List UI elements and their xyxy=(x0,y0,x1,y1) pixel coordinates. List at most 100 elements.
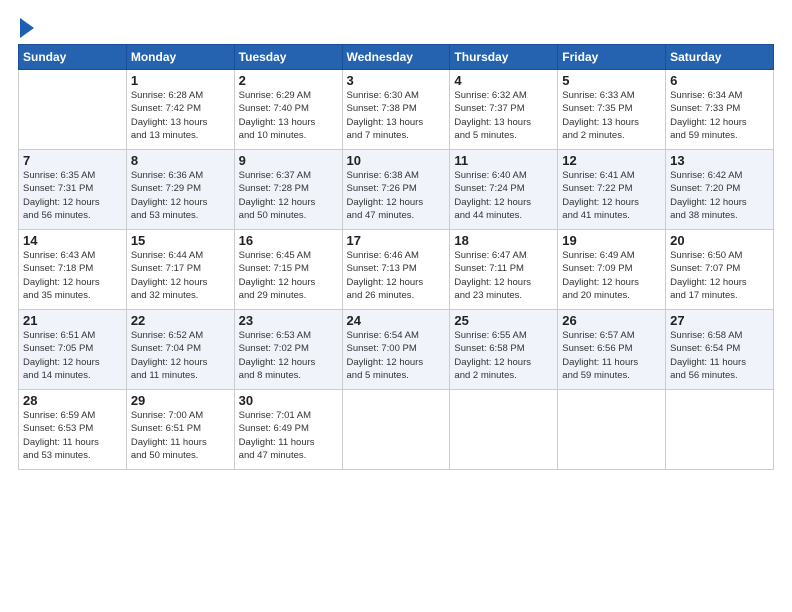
calendar-cell: 9Sunrise: 6:37 AMSunset: 7:28 PMDaylight… xyxy=(234,150,342,230)
calendar-cell: 18Sunrise: 6:47 AMSunset: 7:11 PMDayligh… xyxy=(450,230,558,310)
calendar-cell: 2Sunrise: 6:29 AMSunset: 7:40 PMDaylight… xyxy=(234,70,342,150)
day-info: Sunrise: 6:35 AMSunset: 7:31 PMDaylight:… xyxy=(23,169,122,222)
day-info: Sunrise: 6:34 AMSunset: 7:33 PMDaylight:… xyxy=(670,89,769,142)
day-number: 18 xyxy=(454,233,553,248)
calendar-cell: 13Sunrise: 6:42 AMSunset: 7:20 PMDayligh… xyxy=(666,150,774,230)
day-info: Sunrise: 6:47 AMSunset: 7:11 PMDaylight:… xyxy=(454,249,553,302)
day-info: Sunrise: 6:30 AMSunset: 7:38 PMDaylight:… xyxy=(347,89,446,142)
calendar-cell: 19Sunrise: 6:49 AMSunset: 7:09 PMDayligh… xyxy=(558,230,666,310)
day-number: 25 xyxy=(454,313,553,328)
day-info: Sunrise: 6:42 AMSunset: 7:20 PMDaylight:… xyxy=(670,169,769,222)
day-info: Sunrise: 6:40 AMSunset: 7:24 PMDaylight:… xyxy=(454,169,553,222)
weekday-header-friday: Friday xyxy=(558,45,666,70)
weekday-header-thursday: Thursday xyxy=(450,45,558,70)
calendar-cell: 8Sunrise: 6:36 AMSunset: 7:29 PMDaylight… xyxy=(126,150,234,230)
calendar-table: SundayMondayTuesdayWednesdayThursdayFrid… xyxy=(18,44,774,470)
day-info: Sunrise: 6:57 AMSunset: 6:56 PMDaylight:… xyxy=(562,329,661,382)
day-number: 22 xyxy=(131,313,230,328)
day-number: 19 xyxy=(562,233,661,248)
calendar-cell: 21Sunrise: 6:51 AMSunset: 7:05 PMDayligh… xyxy=(19,310,127,390)
calendar-week-row: 7Sunrise: 6:35 AMSunset: 7:31 PMDaylight… xyxy=(19,150,774,230)
calendar-cell: 23Sunrise: 6:53 AMSunset: 7:02 PMDayligh… xyxy=(234,310,342,390)
day-number: 12 xyxy=(562,153,661,168)
calendar-cell xyxy=(342,390,450,470)
weekday-header-sunday: Sunday xyxy=(19,45,127,70)
day-number: 29 xyxy=(131,393,230,408)
day-info: Sunrise: 6:37 AMSunset: 7:28 PMDaylight:… xyxy=(239,169,338,222)
day-info: Sunrise: 7:01 AMSunset: 6:49 PMDaylight:… xyxy=(239,409,338,462)
day-info: Sunrise: 6:38 AMSunset: 7:26 PMDaylight:… xyxy=(347,169,446,222)
calendar-week-row: 21Sunrise: 6:51 AMSunset: 7:05 PMDayligh… xyxy=(19,310,774,390)
day-number: 5 xyxy=(562,73,661,88)
day-info: Sunrise: 6:46 AMSunset: 7:13 PMDaylight:… xyxy=(347,249,446,302)
calendar-cell: 3Sunrise: 6:30 AMSunset: 7:38 PMDaylight… xyxy=(342,70,450,150)
calendar-cell: 22Sunrise: 6:52 AMSunset: 7:04 PMDayligh… xyxy=(126,310,234,390)
calendar-cell: 26Sunrise: 6:57 AMSunset: 6:56 PMDayligh… xyxy=(558,310,666,390)
logo-top xyxy=(18,18,34,38)
day-number: 9 xyxy=(239,153,338,168)
calendar-cell: 15Sunrise: 6:44 AMSunset: 7:17 PMDayligh… xyxy=(126,230,234,310)
day-info: Sunrise: 6:43 AMSunset: 7:18 PMDaylight:… xyxy=(23,249,122,302)
calendar-cell xyxy=(666,390,774,470)
logo xyxy=(18,18,34,34)
weekday-header-wednesday: Wednesday xyxy=(342,45,450,70)
day-info: Sunrise: 6:29 AMSunset: 7:40 PMDaylight:… xyxy=(239,89,338,142)
day-number: 26 xyxy=(562,313,661,328)
calendar-cell: 16Sunrise: 6:45 AMSunset: 7:15 PMDayligh… xyxy=(234,230,342,310)
day-number: 13 xyxy=(670,153,769,168)
day-info: Sunrise: 6:44 AMSunset: 7:17 PMDaylight:… xyxy=(131,249,230,302)
day-number: 24 xyxy=(347,313,446,328)
calendar-cell xyxy=(19,70,127,150)
day-number: 2 xyxy=(239,73,338,88)
day-info: Sunrise: 6:33 AMSunset: 7:35 PMDaylight:… xyxy=(562,89,661,142)
calendar-cell: 1Sunrise: 6:28 AMSunset: 7:42 PMDaylight… xyxy=(126,70,234,150)
day-info: Sunrise: 6:51 AMSunset: 7:05 PMDaylight:… xyxy=(23,329,122,382)
day-info: Sunrise: 6:45 AMSunset: 7:15 PMDaylight:… xyxy=(239,249,338,302)
calendar-cell: 30Sunrise: 7:01 AMSunset: 6:49 PMDayligh… xyxy=(234,390,342,470)
day-number: 8 xyxy=(131,153,230,168)
day-info: Sunrise: 6:32 AMSunset: 7:37 PMDaylight:… xyxy=(454,89,553,142)
day-info: Sunrise: 6:55 AMSunset: 6:58 PMDaylight:… xyxy=(454,329,553,382)
day-number: 11 xyxy=(454,153,553,168)
day-info: Sunrise: 7:00 AMSunset: 6:51 PMDaylight:… xyxy=(131,409,230,462)
page: SundayMondayTuesdayWednesdayThursdayFrid… xyxy=(0,0,792,612)
day-number: 1 xyxy=(131,73,230,88)
day-info: Sunrise: 6:53 AMSunset: 7:02 PMDaylight:… xyxy=(239,329,338,382)
calendar-cell: 28Sunrise: 6:59 AMSunset: 6:53 PMDayligh… xyxy=(19,390,127,470)
day-info: Sunrise: 6:58 AMSunset: 6:54 PMDaylight:… xyxy=(670,329,769,382)
day-info: Sunrise: 6:59 AMSunset: 6:53 PMDaylight:… xyxy=(23,409,122,462)
weekday-header-row: SundayMondayTuesdayWednesdayThursdayFrid… xyxy=(19,45,774,70)
weekday-header-monday: Monday xyxy=(126,45,234,70)
calendar-cell: 4Sunrise: 6:32 AMSunset: 7:37 PMDaylight… xyxy=(450,70,558,150)
calendar-cell: 12Sunrise: 6:41 AMSunset: 7:22 PMDayligh… xyxy=(558,150,666,230)
day-info: Sunrise: 6:49 AMSunset: 7:09 PMDaylight:… xyxy=(562,249,661,302)
day-number: 15 xyxy=(131,233,230,248)
calendar-cell: 5Sunrise: 6:33 AMSunset: 7:35 PMDaylight… xyxy=(558,70,666,150)
day-info: Sunrise: 6:28 AMSunset: 7:42 PMDaylight:… xyxy=(131,89,230,142)
header xyxy=(18,18,774,34)
calendar-cell: 6Sunrise: 6:34 AMSunset: 7:33 PMDaylight… xyxy=(666,70,774,150)
day-number: 10 xyxy=(347,153,446,168)
day-number: 4 xyxy=(454,73,553,88)
logo-arrow-icon xyxy=(20,18,34,38)
day-info: Sunrise: 6:52 AMSunset: 7:04 PMDaylight:… xyxy=(131,329,230,382)
calendar-cell: 17Sunrise: 6:46 AMSunset: 7:13 PMDayligh… xyxy=(342,230,450,310)
day-number: 6 xyxy=(670,73,769,88)
day-info: Sunrise: 6:54 AMSunset: 7:00 PMDaylight:… xyxy=(347,329,446,382)
calendar-cell xyxy=(558,390,666,470)
calendar-cell: 10Sunrise: 6:38 AMSunset: 7:26 PMDayligh… xyxy=(342,150,450,230)
calendar-cell: 20Sunrise: 6:50 AMSunset: 7:07 PMDayligh… xyxy=(666,230,774,310)
day-number: 21 xyxy=(23,313,122,328)
day-number: 7 xyxy=(23,153,122,168)
weekday-header-saturday: Saturday xyxy=(666,45,774,70)
day-number: 28 xyxy=(23,393,122,408)
calendar-cell: 25Sunrise: 6:55 AMSunset: 6:58 PMDayligh… xyxy=(450,310,558,390)
day-number: 23 xyxy=(239,313,338,328)
calendar-cell: 24Sunrise: 6:54 AMSunset: 7:00 PMDayligh… xyxy=(342,310,450,390)
day-number: 16 xyxy=(239,233,338,248)
calendar-cell: 7Sunrise: 6:35 AMSunset: 7:31 PMDaylight… xyxy=(19,150,127,230)
day-number: 14 xyxy=(23,233,122,248)
day-number: 27 xyxy=(670,313,769,328)
calendar-cell: 27Sunrise: 6:58 AMSunset: 6:54 PMDayligh… xyxy=(666,310,774,390)
calendar-week-row: 14Sunrise: 6:43 AMSunset: 7:18 PMDayligh… xyxy=(19,230,774,310)
